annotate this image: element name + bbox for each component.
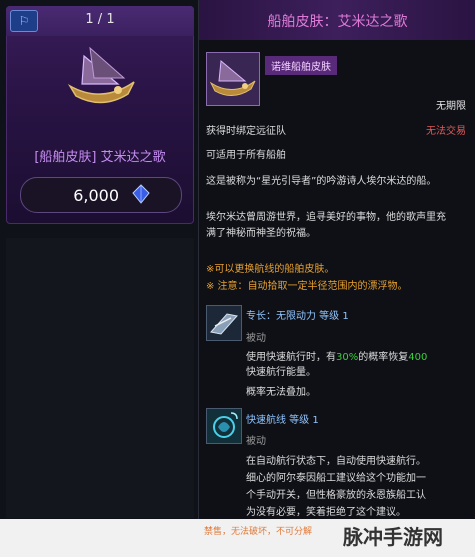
applicable-label: 可适用于所有船舶: [206, 150, 286, 161]
ship-skin-icon: [206, 52, 260, 106]
shop-panel: ⚐ 1 / 1 [船舶皮肤] 艾米达之歌 6,000: [0, 0, 200, 557]
site-watermark: 脉冲手游网: [343, 525, 443, 549]
skill-1-type: 被动: [246, 333, 266, 344]
skill-2-line-1: 在自动航行状态下，自动使用快速航行。: [246, 456, 426, 467]
price-value: 6,000: [73, 186, 119, 205]
restriction-note: 禁售，无法破坏，不可分解: [204, 527, 313, 537]
item-title: [船舶皮肤] 艾米达之歌: [34, 150, 166, 165]
duration-label: 无期限: [436, 101, 466, 112]
description-line-3: 满了神秘而神圣的祝福。: [206, 228, 316, 239]
skill-1-amount: 400: [408, 352, 428, 363]
shop-item-card[interactable]: ⚐ 1 / 1 [船舶皮肤] 艾米达之歌 6,000: [6, 6, 194, 224]
skill-1-line-3: 概率无法叠加。: [246, 387, 316, 398]
description-line-2: 埃尔米达曾周游世界，追寻美好的事物，他的歌声里充: [206, 212, 446, 223]
price-button[interactable]: 6,000: [20, 177, 182, 213]
note-prefix: ※ 注意：: [206, 281, 248, 292]
skill-1-line-1: 使用快速航行时，有30%的概率恢复400: [246, 352, 428, 363]
tooltip-title: 船舶皮肤：艾米达之歌: [267, 14, 408, 30]
note-line-2: ※ 注意：自动拾取一定半径范围内的漂浮物。: [206, 277, 408, 292]
trade-status-label: 无法交易: [426, 126, 466, 137]
skill-2-name: 快速航线 等级 1: [246, 415, 319, 426]
empty-slot-area: [6, 238, 194, 518]
tooltip-header: 船舶皮肤：艾米达之歌: [199, 0, 475, 40]
ship-skin-icon: [67, 46, 135, 104]
bind-label: 获得时绑定远征队: [206, 126, 286, 137]
skill-2-type: 被动: [246, 436, 266, 447]
skill-1-chance: 30%: [336, 352, 359, 363]
infinite-power-skill-icon: [206, 305, 242, 341]
skill-2-line-3: 个手动开关，但性格豪放的永恩族船工认: [246, 490, 426, 501]
crystal-currency-icon: [132, 184, 150, 204]
note-text: 自动拾取一定半径范围内的漂浮物。: [247, 281, 408, 292]
item-category-label: 诺维船舶皮肤: [265, 56, 337, 75]
purchase-count: 1 / 1: [85, 12, 115, 27]
description-line-1: 这是被称为“星光引导者”的吟游诗人埃尔米达的船。: [206, 176, 437, 187]
skill-1-name: 专长：无限动力 等级 1: [246, 311, 349, 322]
fast-route-skill-icon: [206, 408, 242, 444]
skill-1-line-2: 快速航行能量。: [246, 367, 316, 378]
item-tooltip: 船舶皮肤：艾米达之歌 诺维船舶皮肤 无期限 获得时绑定远征队 无法交易 可适用于…: [198, 0, 475, 557]
skill-2-line-4: 为没有必要，笑着拒绝了这个建议。: [246, 507, 406, 518]
note-line-1: ※可以更换航线的船舶皮肤。: [206, 264, 335, 275]
skill-2-line-2: 细心的阿尔泰因船工建议给这个功能加一: [246, 473, 426, 484]
